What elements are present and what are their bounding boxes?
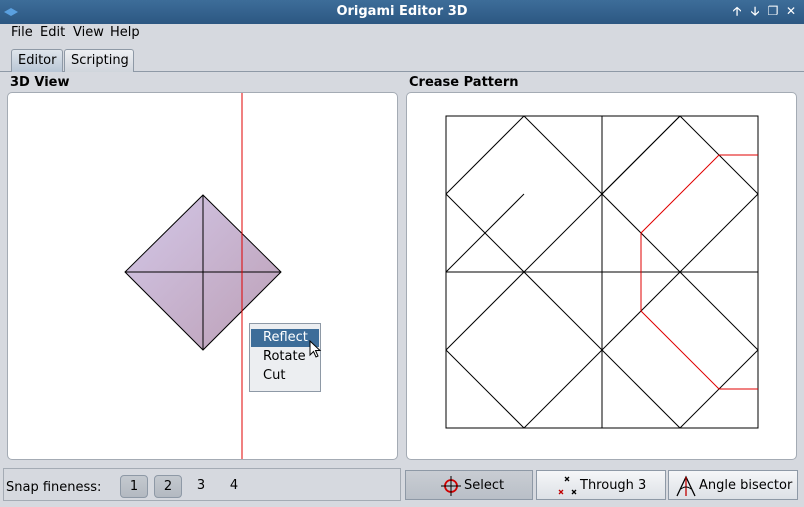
mouse-cursor-icon xyxy=(309,340,322,358)
menu-view[interactable]: View xyxy=(73,25,104,40)
menu-cut[interactable]: Cut xyxy=(251,367,319,385)
through-three-points-icon xyxy=(558,476,577,495)
title-bar[interactable]: Origami Editor 3D 🡡 🡣 ❐ ✕ xyxy=(0,0,804,24)
snap-option-3[interactable]: 3 xyxy=(187,475,215,498)
through-three-tool-button[interactable]: Through 3 xyxy=(536,470,666,500)
select-tool-label: Select xyxy=(464,478,505,493)
bottom-toolbar: Snap fineness: 1 2 3 4 Select Through 3 … xyxy=(0,466,804,507)
crosshair-icon xyxy=(441,476,461,496)
crease-pattern-title: Crease Pattern xyxy=(409,75,519,90)
crease-pattern-panel[interactable] xyxy=(406,92,797,460)
angle-bisector-tool-button[interactable]: Angle bisector xyxy=(668,470,798,500)
menu-edit[interactable]: Edit xyxy=(40,25,65,40)
menu-file[interactable]: File xyxy=(11,25,33,40)
snap-fineness-label: Snap fineness: xyxy=(6,480,102,495)
through-three-tool-label: Through 3 xyxy=(580,478,647,493)
angle-bisector-tool-label: Angle bisector xyxy=(699,478,793,493)
snap-option-2[interactable]: 2 xyxy=(154,475,182,498)
window-title: Origami Editor 3D xyxy=(336,4,468,19)
view3d-canvas[interactable] xyxy=(8,93,398,460)
crease-pattern-canvas[interactable] xyxy=(407,93,797,460)
close-icon[interactable]: ✕ xyxy=(784,3,798,19)
view3d-title: 3D View xyxy=(10,75,70,90)
maximize-icon[interactable]: ❐ xyxy=(766,3,780,19)
menu-bar: File Edit View Help xyxy=(0,24,804,44)
snap-option-4[interactable]: 4 xyxy=(220,475,248,498)
shade-down-icon[interactable]: 🡣 xyxy=(748,3,762,19)
angle-bisector-icon xyxy=(676,475,696,497)
select-tool-button[interactable]: Select xyxy=(405,470,533,500)
tab-scripting[interactable]: Scripting xyxy=(64,49,134,72)
snap-option-1[interactable]: 1 xyxy=(120,475,148,498)
snap-fineness-box: Snap fineness: 1 2 3 4 xyxy=(3,468,401,501)
menu-help[interactable]: Help xyxy=(110,25,140,40)
tab-strip: Editor Scripting xyxy=(0,46,804,72)
view3d-panel[interactable] xyxy=(7,92,398,460)
shade-up-icon[interactable]: 🡡 xyxy=(730,3,744,19)
tab-editor[interactable]: Editor xyxy=(11,49,63,72)
